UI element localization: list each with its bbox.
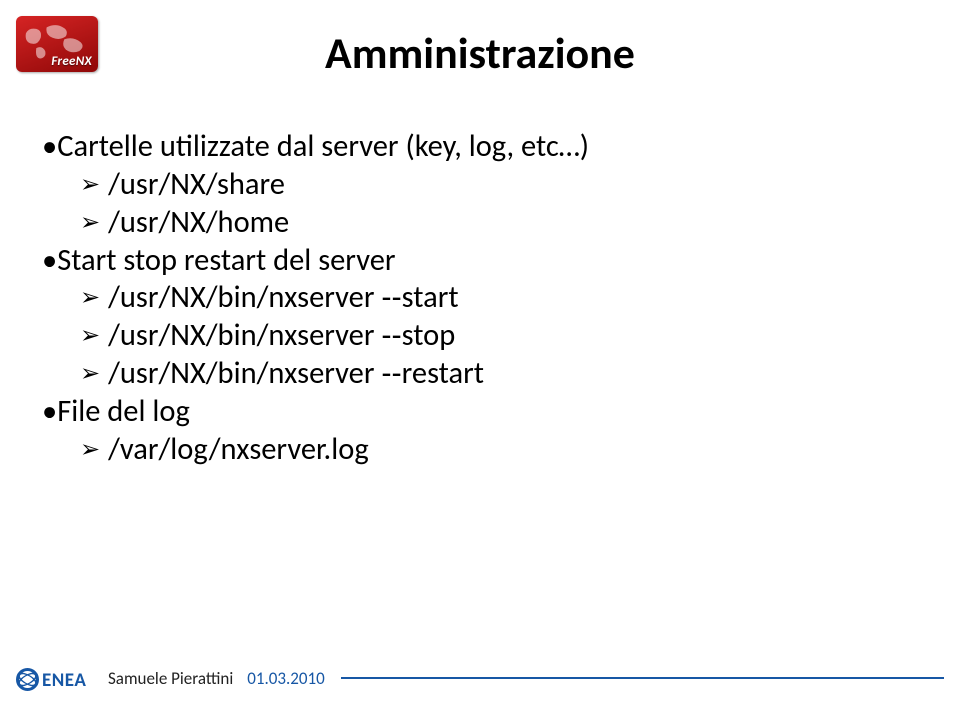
chevron-right-icon: ➢ [80, 204, 100, 242]
bullet-text: /usr/NX/bin/nxserver ‐‐restart [108, 355, 920, 393]
slide-title: Amministrazione [0, 26, 960, 80]
presentation-date: 01.03.2010 [247, 668, 325, 689]
bullet-level-0: •Start stop restart del server [42, 242, 920, 280]
author-name: Samuele Pierattini [108, 668, 233, 689]
enea-brand-text: ENEA [42, 669, 86, 692]
bullet-level-1: ➢/usr/NX/bin/nxserver ‐‐start [80, 279, 920, 317]
bullet-text: /usr/NX/bin/nxserver ‐‐start [108, 279, 920, 317]
footer: ENEA Samuele Pierattini 01.03.2010 [16, 665, 944, 691]
bullet-level-1: ➢/usr/NX/bin/nxserver ‐‐stop [80, 317, 920, 355]
bullet-level-1: ➢/usr/NX/home [80, 204, 920, 242]
bullet-text: /usr/NX/bin/nxserver ‐‐stop [108, 317, 920, 355]
enea-logo: ENEA [16, 665, 98, 691]
bullet-text: •File del log [42, 393, 190, 430]
bullet-text: /usr/NX/home [108, 204, 920, 242]
bullet-level-1: ➢/usr/NX/share [80, 166, 920, 204]
chevron-right-icon: ➢ [80, 317, 100, 355]
chevron-right-icon: ➢ [80, 279, 100, 317]
bullet-text: •Start stop restart del server [42, 242, 396, 279]
bullet-level-1: ➢/var/log/nxserver.log [80, 431, 920, 469]
chevron-right-icon: ➢ [80, 431, 100, 469]
bullet-text: /var/log/nxserver.log [108, 431, 920, 469]
bullet-text: •Cartelle utilizzate dal server (key, lo… [42, 128, 589, 165]
atom-icon [16, 668, 39, 691]
content-body: •Cartelle utilizzate dal server (key, lo… [42, 128, 920, 469]
chevron-right-icon: ➢ [80, 166, 100, 204]
divider-line [341, 677, 944, 679]
slide: FreeNX Amministrazione •Cartelle utilizz… [0, 0, 960, 703]
bullet-text: /usr/NX/share [108, 166, 920, 204]
bullet-level-0: •File del log [42, 393, 920, 431]
bullet-level-0: •Cartelle utilizzate dal server (key, lo… [42, 128, 920, 166]
chevron-right-icon: ➢ [80, 355, 100, 393]
bullet-level-1: ➢/usr/NX/bin/nxserver ‐‐restart [80, 355, 920, 393]
